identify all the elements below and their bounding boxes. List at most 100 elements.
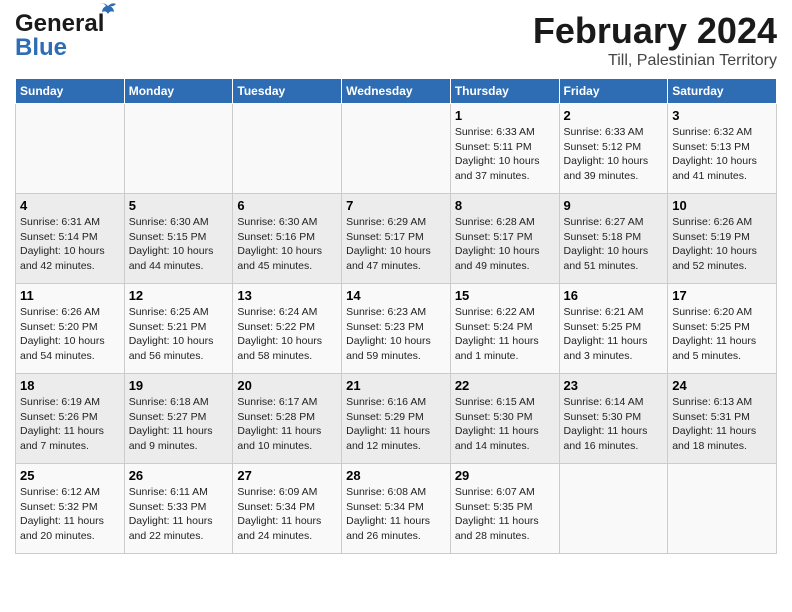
day-info: Sunrise: 6:15 AMSunset: 5:30 PMDaylight:… bbox=[455, 395, 555, 454]
day-number: 14 bbox=[346, 288, 446, 303]
header-tuesday: Tuesday bbox=[233, 79, 342, 104]
day-number: 3 bbox=[672, 108, 772, 123]
day-number: 15 bbox=[455, 288, 555, 303]
day-number: 9 bbox=[564, 198, 664, 213]
day-cell: 19Sunrise: 6:18 AMSunset: 5:27 PMDayligh… bbox=[124, 374, 233, 464]
day-cell: 6 Sunrise: 6:30 AMSunset: 5:16 PMDaylight… bbox=[233, 194, 342, 284]
day-number: 21 bbox=[346, 378, 446, 393]
day-number: 22 bbox=[455, 378, 555, 393]
day-cell bbox=[342, 104, 451, 194]
day-number: 5 bbox=[129, 198, 229, 213]
day-number: 2 bbox=[564, 108, 664, 123]
day-info: Sunrise: 6:27 AMSunset: 5:18 PMDaylight:… bbox=[564, 215, 664, 274]
header-friday: Friday bbox=[559, 79, 668, 104]
day-info: Sunrise: 6:08 AMSunset: 5:34 PMDaylight:… bbox=[346, 485, 446, 544]
logo-general: General bbox=[15, 10, 104, 37]
page-subtitle: Till, Palestinian Territory bbox=[533, 52, 777, 70]
day-cell bbox=[16, 104, 125, 194]
day-cell: 27 Sunrise: 6:09 AMSunset: 5:34 PMDayligh… bbox=[233, 464, 342, 554]
day-cell: 17Sunrise: 6:20 AMSunset: 5:25 PMDayligh… bbox=[668, 284, 777, 374]
day-cell: 24Sunrise: 6:13 AMSunset: 5:31 PMDayligh… bbox=[668, 374, 777, 464]
day-info: Sunrise: 6:24 AMSunset: 5:22 PMDaylight:… bbox=[237, 305, 337, 364]
day-number: 28 bbox=[346, 468, 446, 483]
day-cell: 23 Sunrise: 6:14 AMSunset: 5:30 PMDayligh… bbox=[559, 374, 668, 464]
day-info: Sunrise: 6:12 AMSunset: 5:32 PMDaylight:… bbox=[20, 485, 120, 544]
day-number: 23 bbox=[564, 378, 664, 393]
day-number: 19 bbox=[129, 378, 229, 393]
title-area: February 2024 Till, Palestinian Territor… bbox=[533, 10, 777, 70]
day-info: Sunrise: 6:17 AMSunset: 5:28 PMDaylight:… bbox=[237, 395, 337, 454]
day-number: 1 bbox=[455, 108, 555, 123]
day-info: Sunrise: 6:26 AMSunset: 5:19 PMDaylight:… bbox=[672, 215, 772, 274]
day-cell: 26 Sunrise: 6:11 AMSunset: 5:33 PMDayligh… bbox=[124, 464, 233, 554]
day-number: 26 bbox=[129, 468, 229, 483]
day-info: Sunrise: 6:31 AMSunset: 5:14 PMDaylight:… bbox=[20, 215, 120, 274]
day-cell: 4 Sunrise: 6:31 AMSunset: 5:14 PMDaylight… bbox=[16, 194, 125, 284]
day-cell: 16 Sunrise: 6:21 AMSunset: 5:25 PMDayligh… bbox=[559, 284, 668, 374]
day-cell: 25 Sunrise: 6:12 AMSunset: 5:32 PMDayligh… bbox=[16, 464, 125, 554]
header-wednesday: Wednesday bbox=[342, 79, 451, 104]
day-cell: 7Sunrise: 6:29 AMSunset: 5:17 PMDaylight… bbox=[342, 194, 451, 284]
week-row-2: 4 Sunrise: 6:31 AMSunset: 5:14 PMDaylight… bbox=[16, 194, 777, 284]
day-number: 16 bbox=[564, 288, 664, 303]
day-number: 8 bbox=[455, 198, 555, 213]
day-info: Sunrise: 6:22 AMSunset: 5:24 PMDaylight:… bbox=[455, 305, 555, 364]
header-saturday: Saturday bbox=[668, 79, 777, 104]
logo-bird-icon bbox=[98, 2, 118, 22]
day-cell: 20 Sunrise: 6:17 AMSunset: 5:28 PMDayligh… bbox=[233, 374, 342, 464]
day-number: 17 bbox=[672, 288, 772, 303]
day-cell bbox=[559, 464, 668, 554]
day-cell bbox=[233, 104, 342, 194]
day-cell: 3 Sunrise: 6:32 AMSunset: 5:13 PMDaylight… bbox=[668, 104, 777, 194]
day-cell: 14 Sunrise: 6:23 AMSunset: 5:23 PMDayligh… bbox=[342, 284, 451, 374]
day-info: Sunrise: 6:16 AMSunset: 5:29 PMDaylight:… bbox=[346, 395, 446, 454]
week-row-3: 11 Sunrise: 6:26 AMSunset: 5:20 PMDayligh… bbox=[16, 284, 777, 374]
day-cell: 28 Sunrise: 6:08 AMSunset: 5:34 PMDayligh… bbox=[342, 464, 451, 554]
day-cell: 8 Sunrise: 6:28 AMSunset: 5:17 PMDaylight… bbox=[450, 194, 559, 284]
calendar-table: SundayMondayTuesdayWednesdayThursdayFrid… bbox=[15, 78, 777, 554]
day-info: Sunrise: 6:32 AMSunset: 5:13 PMDaylight:… bbox=[672, 125, 772, 184]
page-title: February 2024 bbox=[533, 10, 777, 52]
day-number: 12 bbox=[129, 288, 229, 303]
day-cell: 10Sunrise: 6:26 AMSunset: 5:19 PMDayligh… bbox=[668, 194, 777, 284]
day-number: 13 bbox=[237, 288, 337, 303]
day-info: Sunrise: 6:33 AMSunset: 5:12 PMDaylight:… bbox=[564, 125, 664, 184]
week-row-5: 25 Sunrise: 6:12 AMSunset: 5:32 PMDayligh… bbox=[16, 464, 777, 554]
day-info: Sunrise: 6:23 AMSunset: 5:23 PMDaylight:… bbox=[346, 305, 446, 364]
day-number: 27 bbox=[237, 468, 337, 483]
logo: General Blue bbox=[15, 10, 104, 62]
day-number: 25 bbox=[20, 468, 120, 483]
header-sunday: Sunday bbox=[16, 79, 125, 104]
day-cell bbox=[668, 464, 777, 554]
day-info: Sunrise: 6:30 AMSunset: 5:16 PMDaylight:… bbox=[237, 215, 337, 274]
day-cell: 5Sunrise: 6:30 AMSunset: 5:15 PMDaylight… bbox=[124, 194, 233, 284]
week-row-1: 1Sunrise: 6:33 AMSunset: 5:11 PMDaylight… bbox=[16, 104, 777, 194]
day-number: 11 bbox=[20, 288, 120, 303]
day-info: Sunrise: 6:14 AMSunset: 5:30 PMDaylight:… bbox=[564, 395, 664, 454]
day-number: 7 bbox=[346, 198, 446, 213]
day-cell: 15 Sunrise: 6:22 AMSunset: 5:24 PMDayligh… bbox=[450, 284, 559, 374]
day-cell: 21 Sunrise: 6:16 AMSunset: 5:29 PMDayligh… bbox=[342, 374, 451, 464]
day-info: Sunrise: 6:26 AMSunset: 5:20 PMDaylight:… bbox=[20, 305, 120, 364]
day-cell: 22 Sunrise: 6:15 AMSunset: 5:30 PMDayligh… bbox=[450, 374, 559, 464]
day-info: Sunrise: 6:21 AMSunset: 5:25 PMDaylight:… bbox=[564, 305, 664, 364]
day-cell: 18Sunrise: 6:19 AMSunset: 5:26 PMDayligh… bbox=[16, 374, 125, 464]
day-info: Sunrise: 6:19 AMSunset: 5:26 PMDaylight:… bbox=[20, 395, 120, 454]
header: General Blue February 2024 Till, Palesti… bbox=[15, 10, 777, 70]
day-number: 6 bbox=[237, 198, 337, 213]
day-cell: 29 Sunrise: 6:07 AMSunset: 5:35 PMDayligh… bbox=[450, 464, 559, 554]
day-info: Sunrise: 6:09 AMSunset: 5:34 PMDaylight:… bbox=[237, 485, 337, 544]
day-cell: 1Sunrise: 6:33 AMSunset: 5:11 PMDaylight… bbox=[450, 104, 559, 194]
header-monday: Monday bbox=[124, 79, 233, 104]
day-number: 4 bbox=[20, 198, 120, 213]
day-cell: 11 Sunrise: 6:26 AMSunset: 5:20 PMDayligh… bbox=[16, 284, 125, 374]
week-row-4: 18Sunrise: 6:19 AMSunset: 5:26 PMDayligh… bbox=[16, 374, 777, 464]
day-number: 20 bbox=[237, 378, 337, 393]
day-info: Sunrise: 6:28 AMSunset: 5:17 PMDaylight:… bbox=[455, 215, 555, 274]
day-number: 29 bbox=[455, 468, 555, 483]
day-info: Sunrise: 6:07 AMSunset: 5:35 PMDaylight:… bbox=[455, 485, 555, 544]
day-cell: 12Sunrise: 6:25 AMSunset: 5:21 PMDayligh… bbox=[124, 284, 233, 374]
day-cell: 13 Sunrise: 6:24 AMSunset: 5:22 PMDayligh… bbox=[233, 284, 342, 374]
day-info: Sunrise: 6:11 AMSunset: 5:33 PMDaylight:… bbox=[129, 485, 229, 544]
day-cell bbox=[124, 104, 233, 194]
